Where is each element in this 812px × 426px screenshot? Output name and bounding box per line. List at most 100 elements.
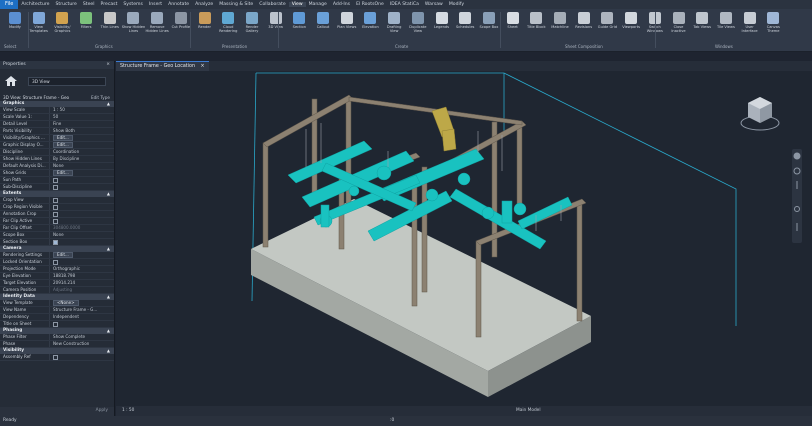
- ribbon-tab-systems[interactable]: Systems: [120, 2, 146, 7]
- property-row[interactable]: Sun Path: [0, 177, 114, 184]
- property-category-phasing[interactable]: Phasing ▲: [0, 328, 114, 334]
- ribbon-button-drafting-view[interactable]: Drafting View: [383, 11, 405, 41]
- ribbon-button-3d-view[interactable]: 3D View: [265, 11, 287, 41]
- ribbon-button-remove-hidden-lines[interactable]: Remove Hidden Lines: [146, 11, 169, 41]
- property-value[interactable]: [49, 184, 114, 190]
- edit-button[interactable]: Edit...: [53, 135, 73, 141]
- collapse-arrow-icon[interactable]: ▲: [107, 246, 110, 252]
- model-canvas[interactable]: [116, 71, 812, 416]
- apply-button[interactable]: Apply: [96, 408, 108, 413]
- property-row[interactable]: Visibility/Graphics ... Edit...: [0, 135, 114, 142]
- view-scale-button[interactable]: 1 : 50: [122, 406, 134, 416]
- collapse-arrow-icon[interactable]: ▲: [107, 294, 110, 300]
- property-row[interactable]: Crop View: [0, 197, 114, 204]
- collapse-arrow-icon[interactable]: ▲: [107, 328, 110, 334]
- property-value[interactable]: Edit...: [49, 142, 114, 148]
- property-row[interactable]: Assembly Ref: [0, 354, 114, 361]
- ribbon-button-callout[interactable]: Callout: [312, 11, 334, 41]
- property-value[interactable]: [49, 218, 114, 224]
- property-row[interactable]: Show Grids Edit...: [0, 170, 114, 177]
- property-row[interactable]: Detail Level Fine: [0, 121, 114, 128]
- ribbon-button-sheet[interactable]: Sheet: [502, 11, 524, 41]
- property-value[interactable]: Edit...: [49, 252, 114, 258]
- property-value[interactable]: 304800.0000: [49, 225, 114, 231]
- property-value[interactable]: 1 : 50: [49, 107, 114, 113]
- property-value[interactable]: Coordination: [49, 149, 114, 155]
- ribbon-tab-steel[interactable]: Steel: [80, 2, 98, 7]
- ribbon-tab-view[interactable]: View: [288, 2, 306, 7]
- collapse-arrow-icon[interactable]: ▲: [107, 101, 110, 107]
- property-row[interactable]: Crop Region Visible: [0, 204, 114, 211]
- property-value[interactable]: By Discipline: [49, 156, 114, 162]
- checkbox[interactable]: [53, 185, 58, 190]
- navigation-wheel-icon[interactable]: [792, 149, 802, 243]
- property-row[interactable]: Rendering Settings Edit...: [0, 252, 114, 259]
- property-category-graphics[interactable]: Graphics ▲: [0, 101, 114, 107]
- ribbon-button-user-interface[interactable]: User Interface: [739, 11, 761, 41]
- ribbon-button-guide-grid[interactable]: Guide Grid: [596, 11, 618, 41]
- collapse-arrow-icon[interactable]: ▲: [107, 191, 110, 197]
- ribbon-button-visibility-graphics[interactable]: Visibility/ Graphics: [51, 11, 73, 41]
- ribbon-tab-massing-site[interactable]: Massing & Site: [216, 2, 256, 7]
- edit-type-button[interactable]: Edit Type: [91, 95, 110, 100]
- type-dropdown[interactable]: 3D View: [28, 76, 106, 86]
- edit-button[interactable]: Edit...: [53, 170, 73, 176]
- property-value[interactable]: New Construction: [49, 341, 114, 347]
- property-row[interactable]: Scale Value 1: 50: [0, 114, 114, 121]
- property-value[interactable]: Show Both: [49, 128, 114, 134]
- ribbon-button-viewports[interactable]: Viewports: [620, 11, 642, 41]
- property-row[interactable]: Eye Elevation 18818.798: [0, 273, 114, 280]
- property-value[interactable]: Orthographic: [49, 266, 114, 272]
- ribbon-button-render[interactable]: Render: [194, 11, 216, 41]
- ribbon-tab-el-rootsone[interactable]: El RootsOne: [353, 2, 387, 7]
- property-value[interactable]: 20914.214: [49, 280, 114, 286]
- type-selector[interactable]: 3D View: [0, 69, 114, 93]
- ribbon-button-schedules[interactable]: Schedules: [454, 11, 476, 41]
- property-value[interactable]: [49, 354, 114, 360]
- ribbon-button-canvas-theme[interactable]: Canvas Theme: [762, 11, 784, 41]
- property-value[interactable]: None: [49, 232, 114, 238]
- ribbon-tab-insert[interactable]: Insert: [146, 2, 165, 7]
- ribbon-button-elevation[interactable]: Elevation: [359, 11, 381, 41]
- ribbon-button-legends[interactable]: Legends: [431, 11, 453, 41]
- instance-filter-dropdown[interactable]: 3D View: Structure Frame - Geo: [3, 95, 69, 100]
- property-value[interactable]: Edit...: [49, 170, 114, 176]
- main-model-label[interactable]: Main Model: [516, 406, 541, 416]
- viewcube-icon[interactable]: [736, 89, 784, 137]
- property-value[interactable]: [49, 239, 114, 245]
- property-row[interactable]: Default Analysis Di... None: [0, 163, 114, 170]
- ribbon-tab-modify[interactable]: Modify: [446, 2, 467, 7]
- checkbox[interactable]: [53, 322, 58, 327]
- ribbon-button-view-templates[interactable]: View Templates: [28, 11, 50, 41]
- ribbon-button-tile-views[interactable]: Tile Views: [715, 11, 737, 41]
- property-row[interactable]: Scope Box None: [0, 232, 114, 239]
- property-row[interactable]: Target Elevation 20914.214: [0, 280, 114, 287]
- property-value[interactable]: [49, 197, 114, 203]
- property-value[interactable]: [49, 259, 114, 265]
- ribbon-tab-collaborate[interactable]: Collaborate: [256, 2, 288, 7]
- property-row[interactable]: Parts Visibility Show Both: [0, 128, 114, 135]
- property-row[interactable]: Phase Filter Show Complete: [0, 334, 114, 341]
- checkbox[interactable]: [53, 198, 58, 203]
- checkbox[interactable]: [53, 219, 58, 224]
- property-value[interactable]: Show Complete: [49, 334, 114, 340]
- property-category-extents[interactable]: Extents ▲: [0, 191, 114, 197]
- property-row[interactable]: Section Box: [0, 239, 114, 246]
- ribbon-button-cut-profile[interactable]: Cut Profile: [170, 11, 192, 41]
- checkbox[interactable]: [53, 212, 58, 217]
- ribbon-button-tab-views[interactable]: Tab Views: [691, 11, 713, 41]
- close-icon[interactable]: ×: [106, 61, 110, 69]
- property-category-visibility[interactable]: Visibility ▲: [0, 348, 114, 354]
- ribbon-button-plan-views[interactable]: Plan Views: [336, 11, 358, 41]
- property-row[interactable]: Sub-Discipline: [0, 184, 114, 191]
- 3d-model-view[interactable]: [116, 71, 812, 406]
- ribbon-button-scope-box[interactable]: Scope Box: [478, 11, 500, 41]
- property-row[interactable]: Discipline Coordination: [0, 149, 114, 156]
- property-value[interactable]: Fine: [49, 121, 114, 127]
- property-value[interactable]: Structure Frame - G...: [49, 307, 114, 313]
- ribbon-button-duplicate-view[interactable]: Duplicate View: [407, 11, 429, 41]
- property-row[interactable]: Phase New Construction: [0, 341, 114, 348]
- ribbon-tab-warsaw[interactable]: Warsaw: [422, 2, 446, 7]
- ribbon-button-render-gallery[interactable]: Render Gallery: [241, 11, 263, 41]
- collapse-arrow-icon[interactable]: ▲: [107, 348, 110, 354]
